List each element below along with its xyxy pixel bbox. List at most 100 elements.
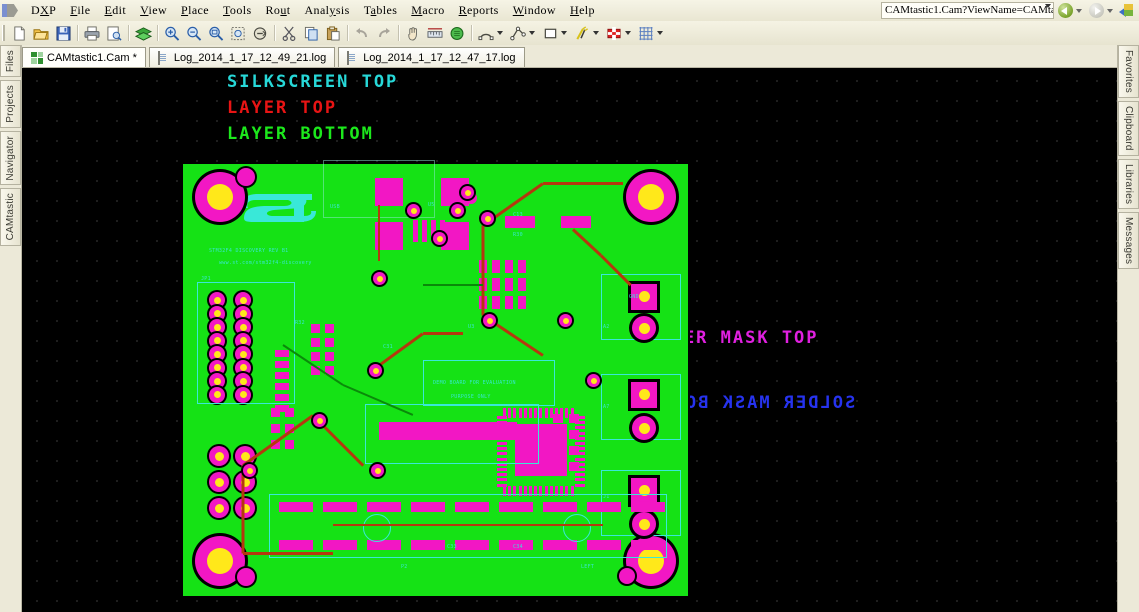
zoom-selected-button[interactable]	[249, 23, 271, 44]
panel-tab-libraries[interactable]: Libraries	[1118, 159, 1139, 209]
drc-button[interactable]	[603, 23, 625, 44]
undo-button[interactable]	[351, 23, 373, 44]
home-jump-icon[interactable]	[1119, 3, 1135, 18]
toolbar-separator	[471, 25, 472, 41]
menu-item-file[interactable]: File	[63, 1, 97, 20]
zoom-out-button[interactable]	[183, 23, 205, 44]
document-tab[interactable]: CAMtastic1.Cam *	[22, 47, 146, 67]
chevron-down-icon[interactable]	[1045, 7, 1051, 19]
drc-dropdown-icon[interactable]	[625, 31, 631, 35]
mcu-pin	[575, 426, 585, 429]
menu-item-reports[interactable]: Reports	[452, 1, 506, 20]
mcu-pin	[545, 408, 548, 418]
menu-item-window[interactable]: Window	[506, 1, 563, 20]
place-arc-button[interactable]	[475, 23, 497, 44]
document-tab[interactable]: Log_2014_1_17_12_47_17.log	[338, 47, 524, 67]
menu-item-view[interactable]: View	[133, 1, 174, 20]
layers-button[interactable]	[132, 23, 154, 44]
panel-tab-label: Libraries	[1123, 160, 1134, 208]
forward-dropdown-icon[interactable]	[1107, 9, 1113, 13]
netlist-dropdown-icon[interactable]	[593, 31, 599, 35]
via	[433, 232, 446, 245]
passive-pad	[275, 394, 289, 401]
panel-tab-messages[interactable]: Messages	[1118, 212, 1139, 269]
place-rect-dropdown-icon[interactable]	[561, 31, 567, 35]
cut-button[interactable]	[278, 23, 300, 44]
menu-item-edit[interactable]: Edit	[98, 1, 134, 20]
passive-pad	[325, 352, 334, 361]
zoom-area-button[interactable]	[205, 23, 227, 44]
print-button[interactable]	[81, 23, 103, 44]
log-document-icon	[158, 52, 170, 64]
header-pin	[209, 498, 229, 518]
zoom-in-button[interactable]	[161, 23, 183, 44]
menu-item-tools[interactable]: Tools	[216, 1, 259, 20]
panel-tab-label: Messages	[1123, 213, 1134, 268]
passive-pad	[518, 296, 526, 309]
main-toolbar	[0, 21, 1139, 46]
passive-pad	[271, 424, 280, 433]
mcu-pin	[539, 408, 542, 418]
toolbar-grip[interactable]	[2, 25, 5, 41]
menu-item-help[interactable]: Help	[563, 1, 602, 20]
grid-button[interactable]	[635, 23, 657, 44]
connector-pad	[632, 382, 656, 406]
open-document-button[interactable]	[30, 23, 52, 44]
menu-item-place[interactable]: Place	[174, 1, 216, 20]
header-pin	[235, 498, 255, 518]
place-arc-dropdown-icon[interactable]	[497, 31, 503, 35]
forward-button[interactable]	[1089, 3, 1116, 18]
panel-tab-files[interactable]: Files	[0, 45, 21, 77]
address-field[interactable]: CAMtastic1.Cam?ViewName=CAMtast	[881, 2, 1054, 19]
layer-label: SILKSCREEN TOP	[227, 72, 398, 92]
panel-tab-navigator[interactable]: Navigator	[0, 131, 21, 186]
layer-label: LAYER BOTTOM	[227, 124, 374, 144]
silkscreen-text: C33	[447, 544, 457, 550]
via	[587, 374, 600, 387]
mcu-pin	[497, 468, 507, 471]
document-tab[interactable]: Log_2014_1_17_12_49_21.log	[149, 47, 335, 67]
panel-tab-favorites[interactable]: Favorites	[1118, 45, 1139, 98]
toolbar-separator	[347, 25, 348, 41]
passive-pad	[275, 350, 289, 357]
place-rect-button[interactable]	[539, 23, 561, 44]
new-document-button[interactable]	[8, 23, 30, 44]
copper-trace	[423, 524, 513, 526]
panel-tab-camtastic[interactable]: CAMtastic	[0, 188, 21, 245]
altium-logo-icon[interactable]	[2, 2, 24, 19]
passive-pad	[492, 296, 500, 309]
back-button[interactable]	[1058, 3, 1085, 18]
panel-tab-projects[interactable]: Projects	[0, 80, 21, 128]
silkscreen-text: USB	[330, 204, 340, 210]
print-preview-button[interactable]	[103, 23, 125, 44]
copy-button[interactable]	[300, 23, 322, 44]
place-track-dropdown-icon[interactable]	[529, 31, 535, 35]
cam-canvas[interactable]: SILKSCREEN TOPLAYER TOPLAYER BOTTOMSOLDE…	[22, 68, 1117, 612]
mounting-hole-top-right	[626, 172, 676, 222]
menu-item-macro[interactable]: Macro	[404, 1, 451, 20]
toolbar-separator	[398, 25, 399, 41]
paste-button[interactable]	[322, 23, 344, 44]
menu-item-rout[interactable]: Rout	[259, 1, 298, 20]
redo-button[interactable]	[373, 23, 395, 44]
copper-trace	[242, 414, 314, 466]
grid-dropdown-icon[interactable]	[657, 31, 663, 35]
circle-mark	[363, 514, 391, 542]
passive-pad	[311, 338, 320, 347]
layer-label: LAYER TOP	[227, 98, 337, 118]
measure-button[interactable]	[424, 23, 446, 44]
place-track-button[interactable]	[507, 23, 529, 44]
menu-item-tables[interactable]: Tables	[357, 1, 405, 20]
back-dropdown-icon[interactable]	[1076, 9, 1082, 13]
menu-item-analysis[interactable]: Analysis	[297, 1, 356, 20]
zoom-fit-button[interactable]	[227, 23, 249, 44]
save-document-button[interactable]	[52, 23, 74, 44]
pan-button[interactable]	[402, 23, 424, 44]
polygon-pour-button[interactable]	[446, 23, 468, 44]
netlist-button[interactable]	[571, 23, 593, 44]
pcb-board[interactable]: STM32F4 DISCOVERY REV B1www.st.com/stm32…	[183, 164, 688, 596]
copper-trace	[333, 524, 423, 526]
menu-item-dxp[interactable]: DXP	[24, 1, 63, 20]
panel-tab-clipboard[interactable]: Clipboard	[1118, 101, 1139, 156]
passive-pad	[311, 352, 320, 361]
